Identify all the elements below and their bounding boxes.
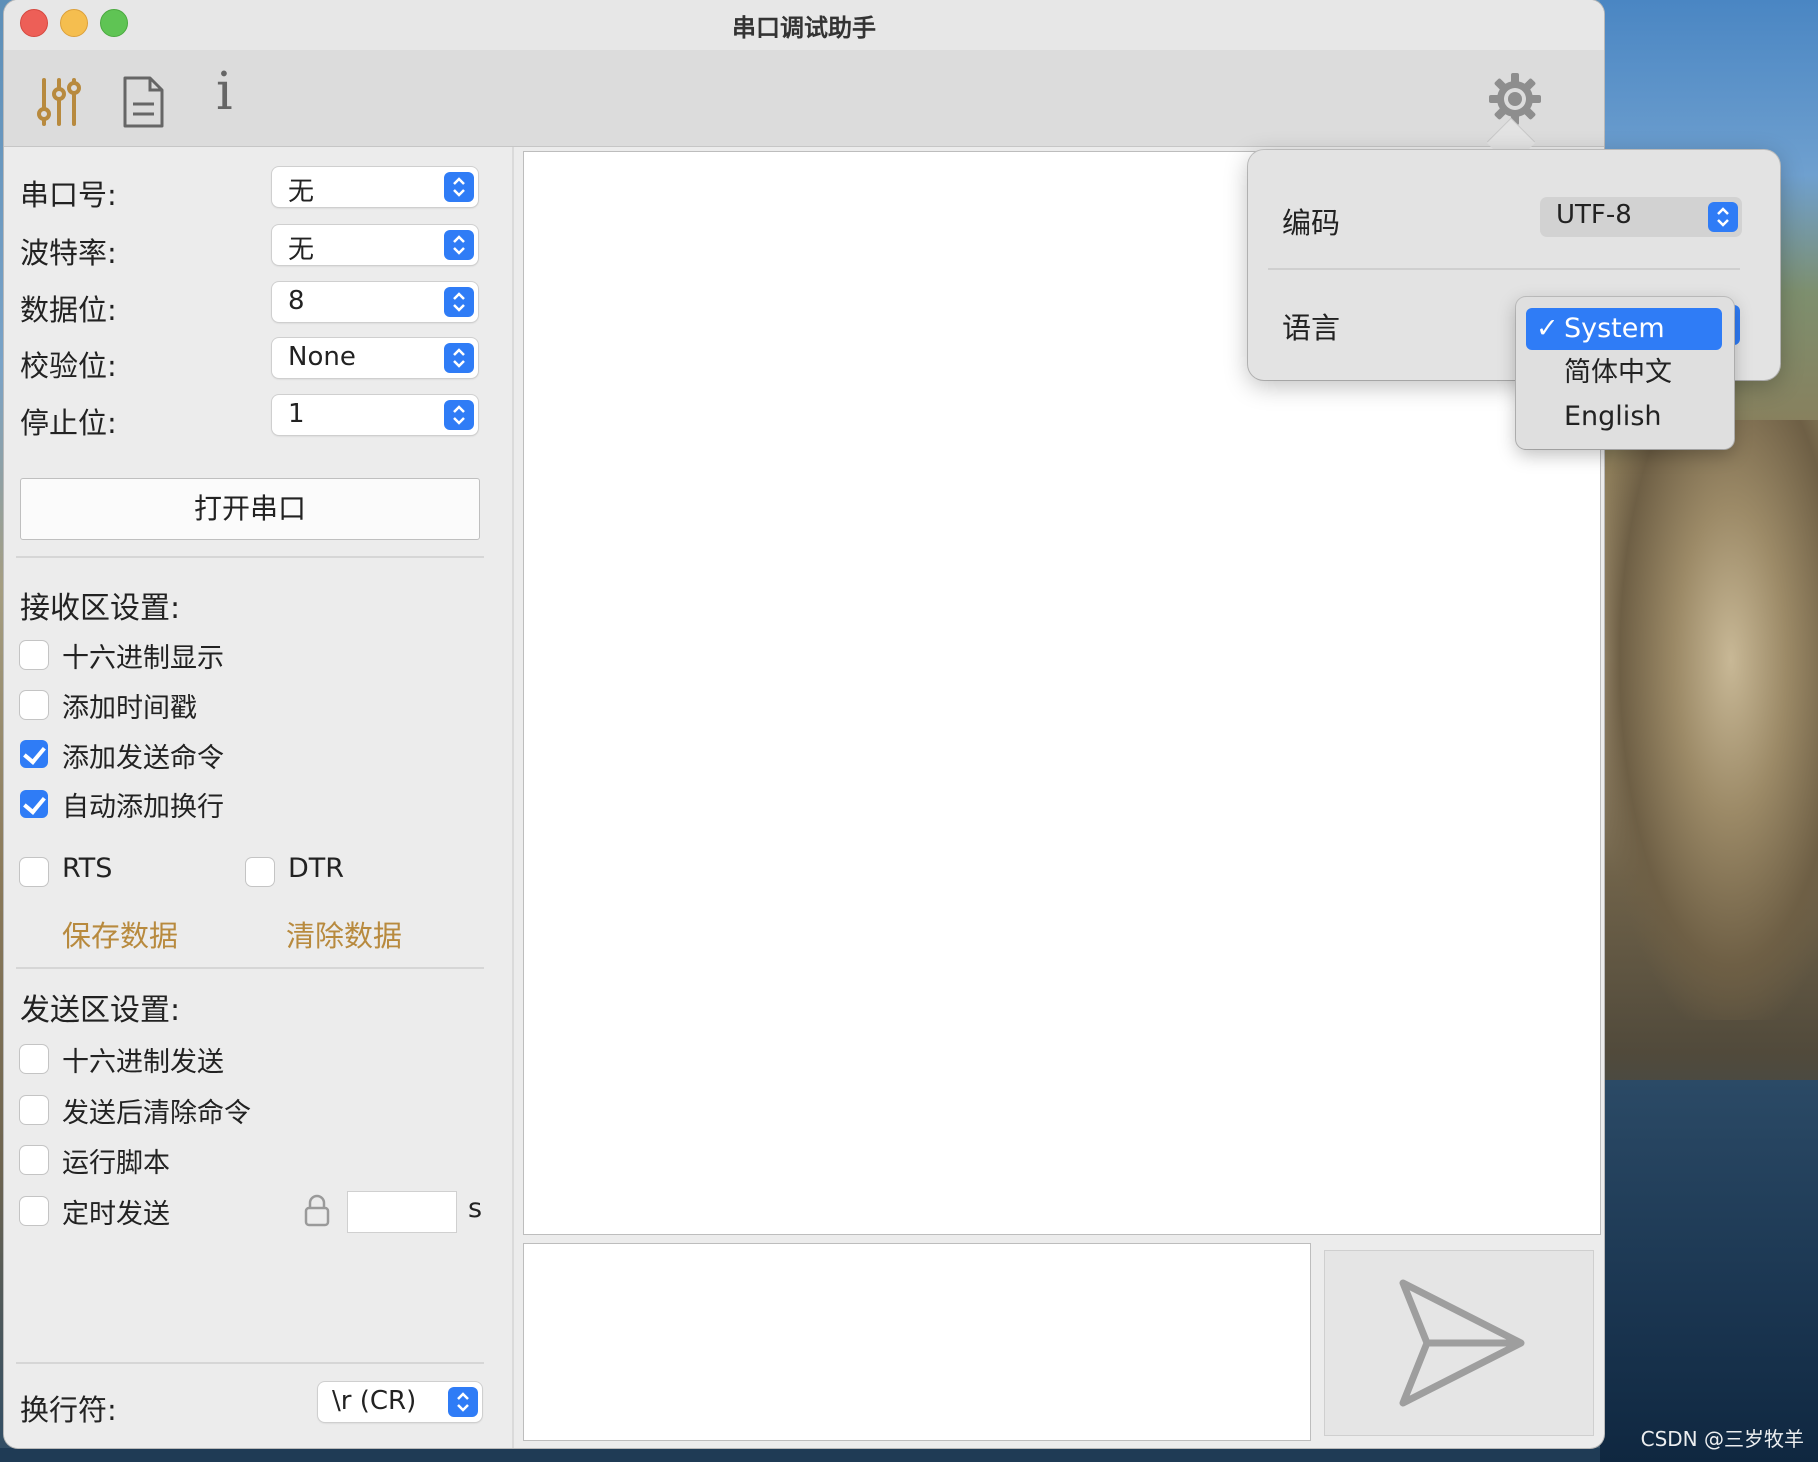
toolbar: i: [4, 50, 1604, 147]
baud-value: 无: [288, 235, 315, 265]
databits-select[interactable]: 8: [272, 282, 478, 322]
checkmark-icon: ✓: [1536, 313, 1559, 344]
language-option-system[interactable]: ✓ System: [1526, 308, 1722, 350]
stopbits-value: 1: [288, 399, 305, 429]
databits-value: 8: [288, 286, 305, 316]
stopbits-label: 停止位:: [20, 406, 117, 440]
chevron-updown-icon: [444, 343, 474, 373]
port-label: 串口号:: [20, 178, 117, 212]
send-section-title: 发送区设置:: [20, 993, 181, 1028]
receive-section-title: 接收区设置:: [20, 591, 181, 626]
run-script-checkbox[interactable]: [20, 1146, 48, 1174]
sliders-icon[interactable]: [36, 74, 82, 130]
panel-separator: [512, 147, 514, 1448]
auto-newline-checkbox[interactable]: [20, 790, 48, 818]
open-port-button[interactable]: 打开串口: [20, 478, 480, 540]
dtr-checkbox[interactable]: [246, 858, 274, 886]
divider: [16, 556, 484, 558]
gear-icon[interactable]: [1488, 72, 1542, 126]
info-icon[interactable]: i: [216, 62, 233, 122]
auto-newline-label: 自动添加换行: [62, 792, 224, 823]
parity-label: 校验位:: [20, 349, 117, 383]
echo-command-checkbox[interactable]: [20, 740, 48, 768]
encoding-value: UTF-8: [1556, 200, 1632, 230]
divider: [16, 967, 484, 969]
title-bar: 串口调试助手: [4, 0, 1604, 50]
timed-send-checkbox[interactable]: [20, 1197, 48, 1225]
timestamp-checkbox[interactable]: [20, 691, 48, 719]
chevron-updown-icon: [444, 287, 474, 317]
encoding-select[interactable]: UTF-8: [1540, 197, 1742, 237]
language-option-label: 简体中文: [1564, 357, 1672, 388]
language-option-label: System: [1564, 313, 1665, 344]
desktop-bottom: [0, 1448, 1600, 1462]
baud-select[interactable]: 无: [272, 225, 478, 265]
hex-send-checkbox[interactable]: [20, 1045, 48, 1073]
hex-display-checkbox[interactable]: [20, 641, 48, 669]
chevron-updown-icon: [444, 230, 474, 260]
chevron-updown-icon: [444, 400, 474, 430]
newline-value: \r (CR): [332, 1386, 417, 1416]
stopbits-select[interactable]: 1: [272, 395, 478, 435]
newline-label: 换行符:: [20, 1393, 117, 1427]
port-select[interactable]: 无: [272, 167, 478, 207]
watermark: CSDN @三岁牧羊: [1640, 1427, 1804, 1451]
run-script-label: 运行脚本: [62, 1148, 170, 1179]
clear-after-send-checkbox[interactable]: [20, 1096, 48, 1124]
baud-label: 波特率:: [20, 236, 117, 270]
popover-divider: [1268, 268, 1740, 270]
language-option-label: English: [1564, 401, 1662, 432]
send-button[interactable]: [1324, 1250, 1594, 1436]
clear-after-send-label: 发送后清除命令: [62, 1098, 251, 1129]
chevron-updown-icon: [1708, 202, 1738, 232]
encoding-label: 编码: [1282, 206, 1341, 240]
language-label: 语言: [1282, 311, 1341, 345]
settings-panel: 串口号: 无 波特率: 无 数据位: 8 校验位: None 停止位: 1 打开…: [4, 147, 512, 1448]
rts-label: RTS: [62, 853, 113, 884]
window-title: 串口调试助手: [732, 14, 876, 42]
save-data-link[interactable]: 保存数据: [62, 913, 178, 955]
parity-select[interactable]: None: [272, 338, 478, 378]
clear-data-link[interactable]: 清除数据: [286, 913, 402, 955]
language-option-english[interactable]: English: [1526, 396, 1722, 438]
desktop-rock: [1600, 420, 1818, 1020]
port-value: 无: [288, 177, 315, 207]
databits-label: 数据位:: [20, 293, 117, 327]
interval-input[interactable]: [348, 1192, 456, 1232]
newline-select[interactable]: \r (CR): [318, 1382, 482, 1422]
timestamp-label: 添加时间戳: [62, 693, 197, 724]
interval-unit: s: [468, 1193, 483, 1224]
lock-icon[interactable]: [304, 1193, 330, 1227]
hex-send-label: 十六进制发送: [62, 1047, 224, 1078]
paper-plane-icon: [1399, 1279, 1525, 1407]
parity-value: None: [288, 342, 356, 372]
echo-command-label: 添加发送命令: [62, 743, 224, 774]
document-icon[interactable]: [120, 74, 166, 130]
chevron-updown-icon: [444, 172, 474, 202]
rts-checkbox[interactable]: [20, 858, 48, 886]
hex-display-label: 十六进制显示: [62, 643, 224, 674]
divider: [16, 1362, 484, 1364]
timed-send-label: 定时发送: [62, 1199, 170, 1230]
chevron-updown-icon: [448, 1387, 478, 1417]
dtr-label: DTR: [288, 853, 345, 884]
language-menu: ✓ System 简体中文 English: [1516, 297, 1734, 449]
desktop-sea: [1600, 1080, 1818, 1462]
language-option-chinese[interactable]: 简体中文: [1526, 352, 1722, 394]
send-textarea[interactable]: [524, 1244, 1310, 1440]
